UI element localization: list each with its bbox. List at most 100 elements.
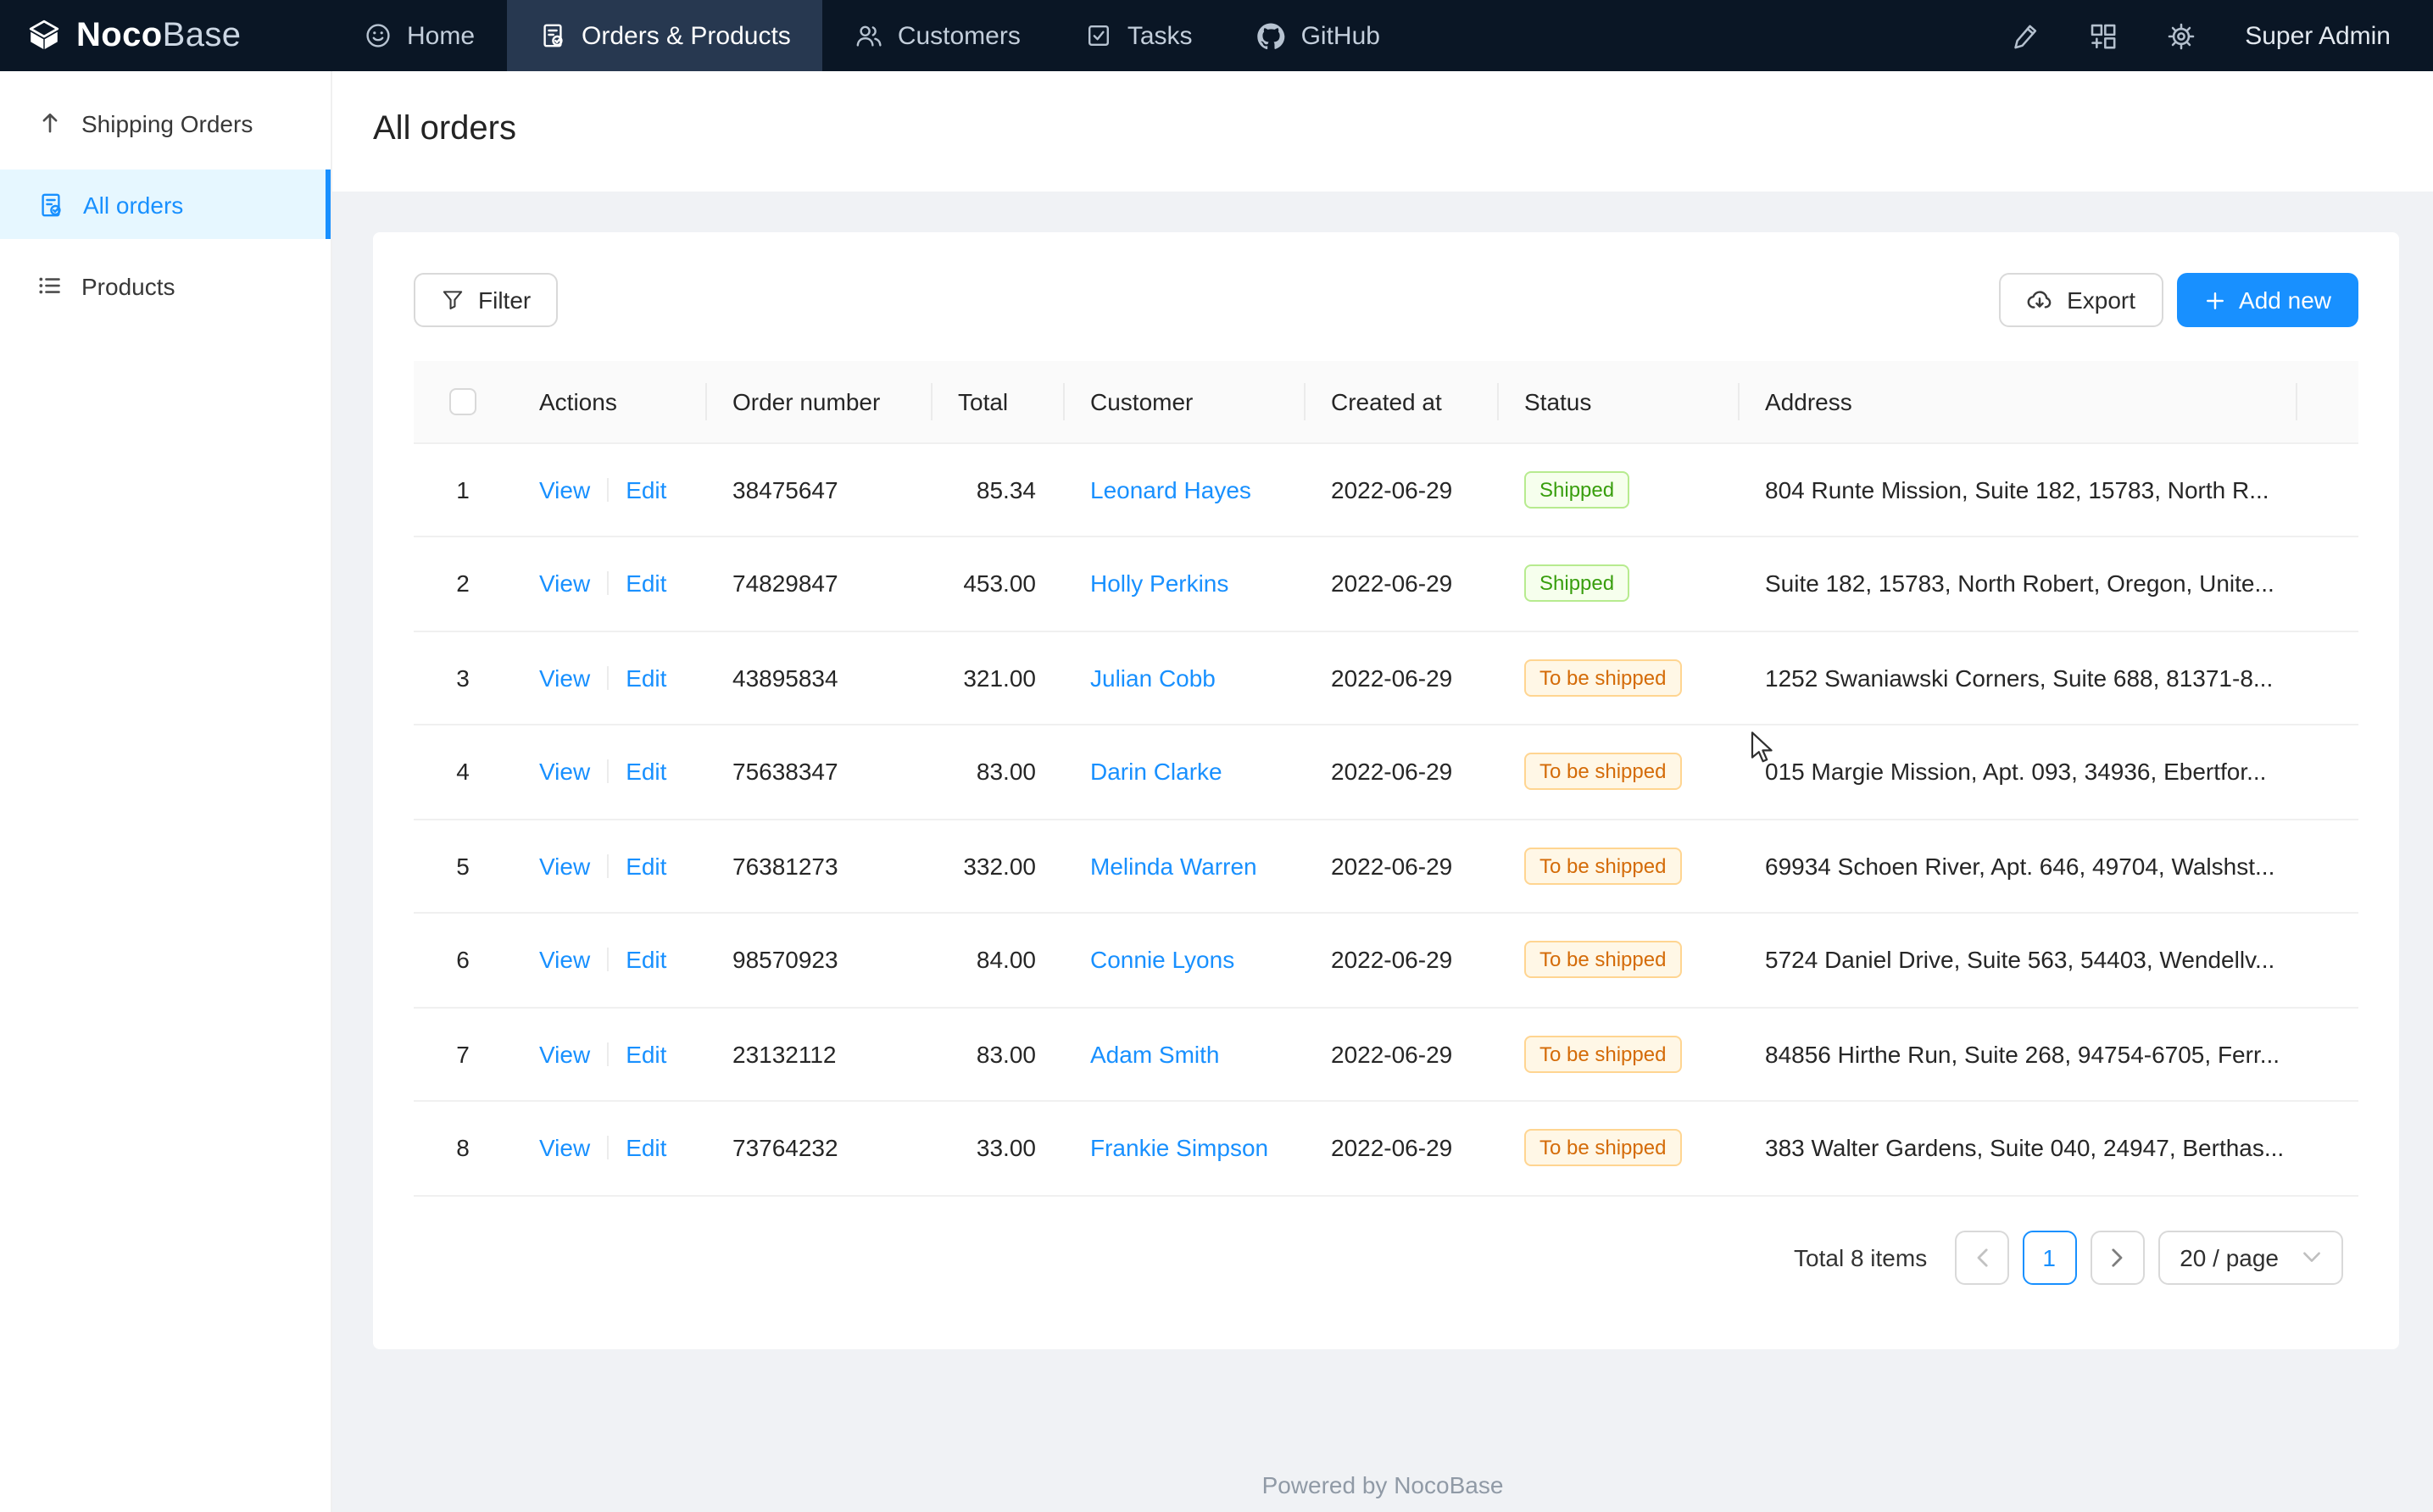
github-icon	[1257, 21, 1286, 50]
view-link[interactable]: View	[539, 570, 590, 598]
filter-button-label: Filter	[478, 286, 531, 314]
row-index-cell: 5	[414, 819, 512, 913]
plugin-blocks-icon[interactable]	[2089, 21, 2118, 50]
edit-link[interactable]: Edit	[626, 664, 666, 692]
highlighter-icon[interactable]	[2011, 21, 2040, 50]
customer-link[interactable]: Holly Perkins	[1090, 570, 1228, 598]
export-button[interactable]: Export	[1999, 273, 2163, 327]
row-index-cell: 7	[414, 1007, 512, 1101]
nav-item-customers[interactable]: Customers	[823, 0, 1053, 71]
order-number-cell: 98570923	[705, 913, 931, 1007]
header-select-all	[414, 361, 512, 442]
customer-link[interactable]: Frankie Simpson	[1090, 1135, 1268, 1162]
edit-link[interactable]: Edit	[626, 570, 666, 598]
total-cell: 321.00	[931, 631, 1063, 725]
address-cell: 383 Walter Gardens, Suite 040, 24947, Be…	[1738, 1101, 2296, 1195]
pagination-page-1[interactable]: 1	[2022, 1230, 2076, 1284]
sidebar-item-all-orders[interactable]: All orders	[0, 170, 331, 239]
brand-name: NocoBase	[76, 16, 241, 55]
row-index-cell: 8	[414, 1101, 512, 1195]
nav-item-label: Tasks	[1127, 21, 1193, 50]
customer-link[interactable]: Darin Clarke	[1090, 759, 1222, 786]
status-badge: Shipped	[1524, 471, 1629, 509]
row-index-cell: 1	[414, 442, 512, 536]
export-button-label: Export	[2067, 286, 2135, 314]
customer-cell: Connie Lyons	[1063, 913, 1304, 1007]
header-created-at: Created at	[1304, 361, 1497, 442]
edit-link[interactable]: Edit	[626, 947, 666, 974]
extra-cell	[2296, 819, 2358, 913]
nav-item-github[interactable]: GitHub	[1225, 0, 1412, 71]
actions-cell: View Edit	[512, 725, 705, 819]
status-cell: To be shipped	[1497, 1101, 1738, 1195]
row-index-cell: 2	[414, 536, 512, 631]
header-status: Status	[1497, 361, 1738, 442]
select-all-checkbox[interactable]	[449, 389, 476, 416]
pagination-total: Total 8 items	[1794, 1243, 1927, 1270]
customer-link[interactable]: Melinda Warren	[1090, 853, 1257, 880]
customer-link[interactable]: Leonard Hayes	[1090, 476, 1251, 503]
nav-item-home[interactable]: Home	[332, 0, 507, 71]
view-link[interactable]: View	[539, 664, 590, 692]
customer-cell: Frankie Simpson	[1063, 1101, 1304, 1195]
row-index-cell: 3	[414, 631, 512, 725]
add-new-button[interactable]: Add new	[2176, 273, 2358, 327]
sidebar-item-products[interactable]: Products	[0, 251, 331, 320]
address-cell: 1252 Swaniawski Corners, Suite 688, 8137…	[1738, 631, 2296, 725]
list-icon	[37, 273, 63, 298]
edit-link[interactable]: Edit	[626, 759, 666, 786]
status-badge: Shipped	[1524, 565, 1629, 603]
edit-link[interactable]: Edit	[626, 853, 666, 880]
user-menu[interactable]: Super Admin	[2245, 21, 2391, 50]
edit-link[interactable]: Edit	[626, 1135, 666, 1162]
view-link[interactable]: View	[539, 759, 590, 786]
brand[interactable]: NocoBase	[0, 0, 332, 71]
table-row: 6ViewEdit9857092384.00Connie Lyons2022-0…	[414, 913, 2358, 1007]
header-total: Total	[931, 361, 1063, 442]
customer-link[interactable]: Adam Smith	[1090, 1041, 1220, 1068]
edit-link[interactable]: Edit	[626, 1041, 666, 1068]
customer-cell: Melinda Warren	[1063, 819, 1304, 913]
address-cell: 5724 Daniel Drive, Suite 563, 54403, Wen…	[1738, 913, 2296, 1007]
extra-cell	[2296, 913, 2358, 1007]
nocobase-logo-icon	[25, 17, 63, 54]
toolbar-right: Export Add new	[1999, 273, 2358, 327]
pagination-prev-button[interactable]	[1954, 1230, 2008, 1284]
header-extra	[2296, 361, 2358, 442]
nav-item-tasks[interactable]: Tasks	[1053, 0, 1225, 71]
address-cell: 804 Runte Mission, Suite 182, 15783, Nor…	[1738, 442, 2296, 536]
order-number-cell: 74829847	[705, 536, 931, 631]
sidebar-item-shipping-orders[interactable]: Shipping Orders	[0, 88, 331, 158]
settings-gear-icon[interactable]	[2167, 21, 2196, 50]
customer-cell: Julian Cobb	[1063, 631, 1304, 725]
status-cell: To be shipped	[1497, 725, 1738, 819]
created-at-cell: 2022-06-29	[1304, 725, 1497, 819]
pagination-next-button[interactable]	[2090, 1230, 2144, 1284]
extra-cell	[2296, 536, 2358, 631]
view-link[interactable]: View	[539, 1135, 590, 1162]
customer-link[interactable]: Connie Lyons	[1090, 947, 1234, 974]
status-badge: To be shipped	[1524, 753, 1681, 791]
table-row: 8ViewEdit7376423233.00Frankie Simpson202…	[414, 1101, 2358, 1195]
edit-link[interactable]: Edit	[626, 476, 666, 503]
row-index-cell: 6	[414, 913, 512, 1007]
actions-cell: View Edit	[512, 442, 705, 536]
total-cell: 453.00	[931, 536, 1063, 631]
cloud-download-icon	[2026, 286, 2053, 314]
filter-button[interactable]: Filter	[414, 273, 558, 327]
view-link[interactable]: View	[539, 1041, 590, 1068]
status-badge: To be shipped	[1524, 659, 1681, 697]
created-at-cell: 2022-06-29	[1304, 1101, 1497, 1195]
toolbar: Filter Export Add new	[414, 273, 2358, 327]
view-link[interactable]: View	[539, 947, 590, 974]
extra-cell	[2296, 1007, 2358, 1101]
order-number-cell: 23132112	[705, 1007, 931, 1101]
view-link[interactable]: View	[539, 476, 590, 503]
address-cell: 84856 Hirthe Run, Suite 268, 94754-6705,…	[1738, 1007, 2296, 1101]
customer-link[interactable]: Julian Cobb	[1090, 664, 1216, 692]
page-size-select[interactable]: 20 / page	[2157, 1230, 2343, 1284]
check-square-icon	[1085, 22, 1112, 49]
orders-card: Filter Export Add new	[373, 232, 2399, 1349]
nav-item-orders-products[interactable]: Orders & Products	[507, 0, 823, 71]
view-link[interactable]: View	[539, 853, 590, 880]
